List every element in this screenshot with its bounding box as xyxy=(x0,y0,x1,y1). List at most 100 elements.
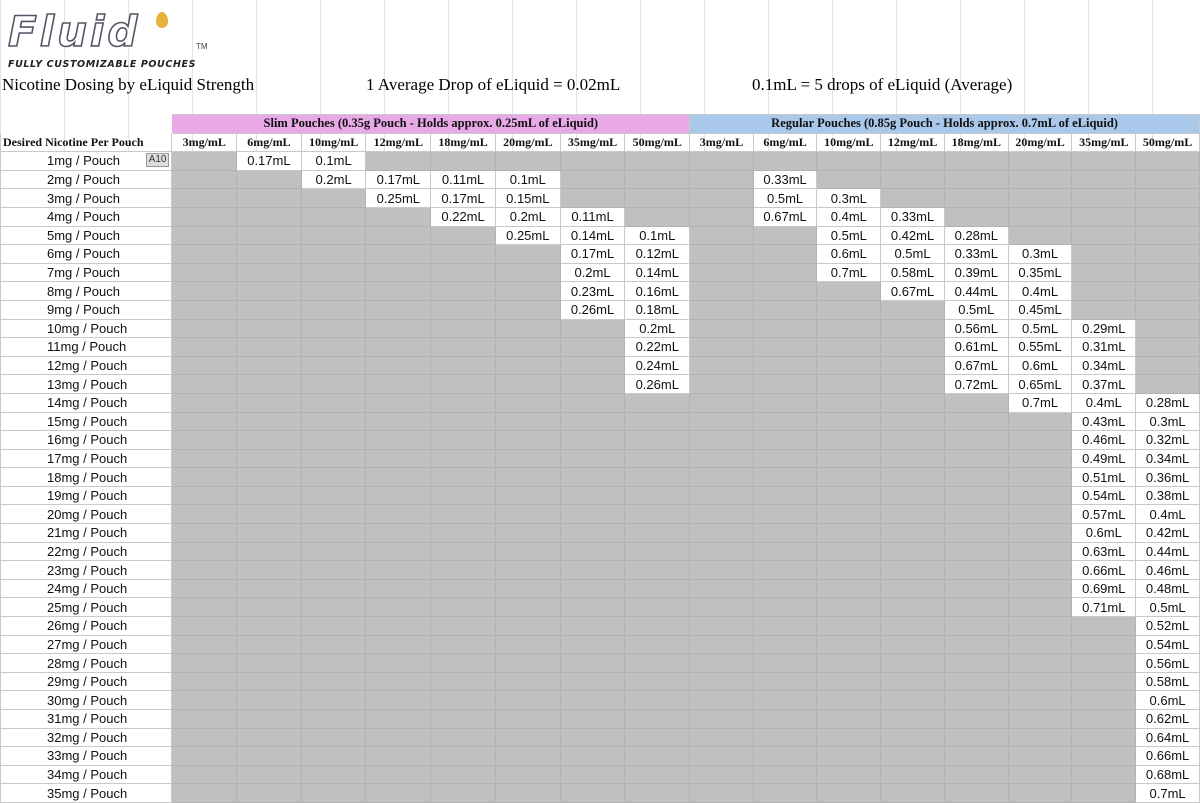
empty-cell[interactable] xyxy=(880,337,945,357)
empty-cell[interactable] xyxy=(943,151,1009,171)
empty-cell[interactable] xyxy=(689,783,754,803)
empty-cell[interactable] xyxy=(300,430,367,450)
empty-cell[interactable] xyxy=(1071,151,1137,171)
empty-cell[interactable] xyxy=(943,560,1009,580)
empty-cell[interactable] xyxy=(752,430,818,450)
dose-cell[interactable]: 0.26mL xyxy=(624,374,691,394)
empty-cell[interactable] xyxy=(171,430,238,450)
empty-cell[interactable] xyxy=(1007,597,1073,618)
empty-cell[interactable] xyxy=(880,541,945,562)
empty-cell[interactable] xyxy=(624,671,691,692)
empty-cell[interactable] xyxy=(752,392,818,413)
row-label[interactable]: 31mg / Pouch xyxy=(0,709,173,729)
empty-cell[interactable] xyxy=(689,318,754,339)
empty-cell[interactable] xyxy=(365,374,432,394)
empty-cell[interactable] xyxy=(430,634,496,655)
empty-cell[interactable] xyxy=(943,671,1009,692)
dose-cell[interactable]: 0.42mL xyxy=(880,225,945,246)
empty-cell[interactable] xyxy=(816,337,882,357)
empty-cell[interactable] xyxy=(624,634,691,655)
empty-cell[interactable] xyxy=(1135,374,1200,394)
dose-cell[interactable]: 0.66mL xyxy=(1071,560,1137,580)
empty-cell[interactable] xyxy=(171,764,238,785)
column-header-regular-50mg-per-mL[interactable]: 50mg/mL xyxy=(1135,132,1200,153)
empty-cell[interactable] xyxy=(880,616,945,636)
empty-cell[interactable] xyxy=(816,392,882,413)
empty-cell[interactable] xyxy=(880,355,945,376)
row-label[interactable]: 25mg / Pouch xyxy=(0,597,173,618)
empty-cell[interactable] xyxy=(880,560,945,580)
empty-cell[interactable] xyxy=(300,504,367,525)
empty-cell[interactable] xyxy=(624,690,691,710)
empty-cell[interactable] xyxy=(624,485,691,506)
empty-cell[interactable] xyxy=(752,411,818,432)
empty-cell[interactable] xyxy=(171,337,238,357)
empty-cell[interactable] xyxy=(880,485,945,506)
empty-cell[interactable] xyxy=(880,578,945,599)
empty-cell[interactable] xyxy=(171,485,238,506)
empty-cell[interactable] xyxy=(236,523,302,543)
empty-cell[interactable] xyxy=(365,299,432,320)
empty-cell[interactable] xyxy=(365,597,432,618)
row-label[interactable]: 13mg / Pouch xyxy=(0,374,173,394)
empty-cell[interactable] xyxy=(1071,783,1137,803)
dose-cell[interactable]: 0.11mL xyxy=(559,206,626,227)
dose-cell[interactable]: 0.36mL xyxy=(1135,467,1200,487)
empty-cell[interactable] xyxy=(816,318,882,339)
empty-cell[interactable] xyxy=(624,746,691,766)
empty-cell[interactable] xyxy=(300,783,367,803)
dose-cell[interactable]: 0.2mL xyxy=(559,262,626,283)
empty-cell[interactable] xyxy=(1071,764,1137,785)
empty-cell[interactable] xyxy=(943,597,1009,618)
empty-cell[interactable] xyxy=(236,541,302,562)
empty-cell[interactable] xyxy=(236,671,302,692)
empty-cell[interactable] xyxy=(752,374,818,394)
dose-cell[interactable]: 0.57mL xyxy=(1071,504,1137,525)
empty-cell[interactable] xyxy=(689,485,754,506)
empty-cell[interactable] xyxy=(236,597,302,618)
empty-cell[interactable] xyxy=(300,671,367,692)
empty-cell[interactable] xyxy=(943,690,1009,710)
empty-cell[interactable] xyxy=(171,299,238,320)
empty-cell[interactable] xyxy=(494,616,561,636)
empty-cell[interactable] xyxy=(300,485,367,506)
empty-cell[interactable] xyxy=(1135,262,1200,283)
dose-cell[interactable]: 0.71mL xyxy=(1071,597,1137,618)
empty-cell[interactable] xyxy=(624,783,691,803)
empty-cell[interactable] xyxy=(365,262,432,283)
empty-cell[interactable] xyxy=(1007,188,1073,208)
empty-cell[interactable] xyxy=(1071,671,1137,692)
dose-cell[interactable]: 0.11mL xyxy=(430,169,496,190)
empty-cell[interactable] xyxy=(171,448,238,469)
empty-cell[interactable] xyxy=(430,392,496,413)
empty-cell[interactable] xyxy=(559,430,626,450)
dose-cell[interactable]: 0.4mL xyxy=(1071,392,1137,413)
column-header-slim-12mg-per-mL[interactable]: 12mg/mL xyxy=(365,132,432,153)
dose-cell[interactable]: 0.63mL xyxy=(1071,541,1137,562)
column-header-slim-18mg-per-mL[interactable]: 18mg/mL xyxy=(430,132,496,153)
empty-cell[interactable] xyxy=(624,764,691,785)
dose-cell[interactable]: 0.14mL xyxy=(559,225,626,246)
dose-cell[interactable]: 0.5mL xyxy=(816,225,882,246)
dose-cell[interactable]: 0.46mL xyxy=(1071,430,1137,450)
empty-cell[interactable] xyxy=(880,169,945,190)
empty-cell[interactable] xyxy=(752,244,818,264)
dose-cell[interactable]: 0.14mL xyxy=(624,262,691,283)
row-label[interactable]: 26mg / Pouch xyxy=(0,616,173,636)
empty-cell[interactable] xyxy=(171,206,238,227)
empty-cell[interactable] xyxy=(816,709,882,729)
empty-cell[interactable] xyxy=(559,616,626,636)
empty-cell[interactable] xyxy=(300,374,367,394)
empty-cell[interactable] xyxy=(494,764,561,785)
dose-cell[interactable]: 0.6mL xyxy=(1007,355,1073,376)
empty-cell[interactable] xyxy=(236,318,302,339)
empty-cell[interactable] xyxy=(430,504,496,525)
dose-cell[interactable]: 0.52mL xyxy=(1135,616,1200,636)
empty-cell[interactable] xyxy=(624,430,691,450)
empty-cell[interactable] xyxy=(752,318,818,339)
column-header-slim-3mg-per-mL[interactable]: 3mg/mL xyxy=(171,132,238,153)
empty-cell[interactable] xyxy=(430,467,496,487)
empty-cell[interactable] xyxy=(624,597,691,618)
empty-cell[interactable] xyxy=(559,318,626,339)
empty-cell[interactable] xyxy=(494,746,561,766)
